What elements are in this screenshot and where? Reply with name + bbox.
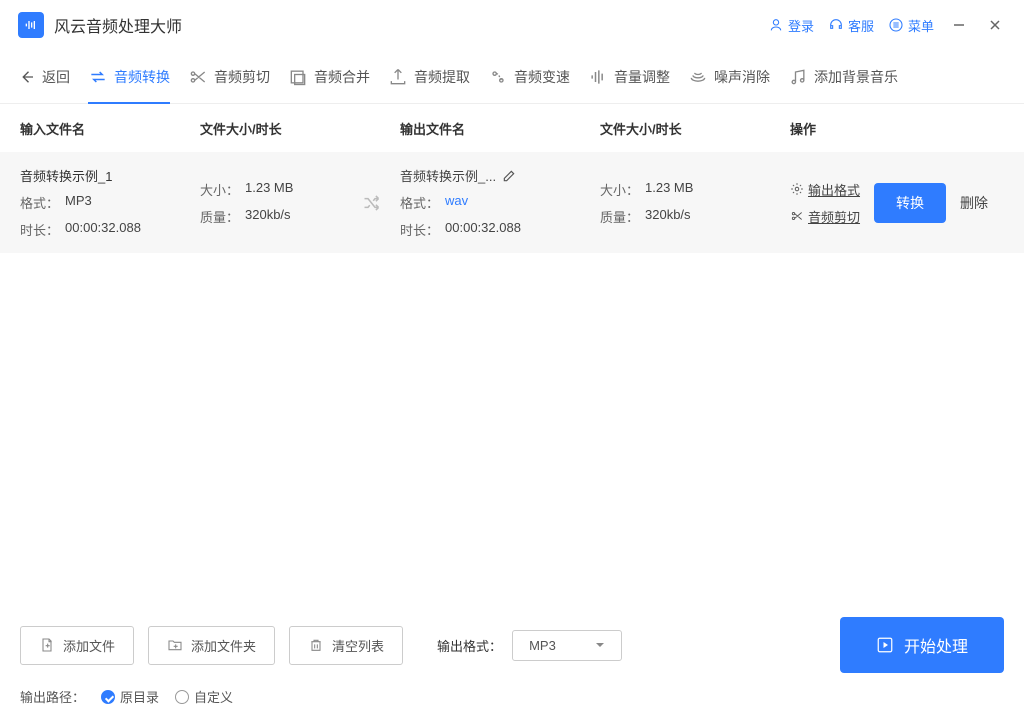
tab-cut[interactable]: 音频剪切: [188, 50, 270, 103]
shuffle-icon: [361, 192, 382, 214]
col-output-size: 文件大小/时长: [600, 119, 790, 138]
titlebar: 风云音频处理大师 登录 客服 菜单: [0, 0, 1024, 50]
input-quality: 320kb/s: [245, 207, 291, 226]
radio-original-dir[interactable]: 原目录: [101, 687, 159, 706]
close-button[interactable]: [984, 14, 1006, 36]
waveform-icon: [23, 17, 39, 33]
footer: 添加文件 添加文件夹 清空列表 输出格式： MP3 开始处理 输出路径： 原目录: [0, 601, 1024, 720]
clear-list-button[interactable]: 清空列表: [289, 626, 403, 665]
tab-volume[interactable]: 音量调整: [588, 50, 670, 103]
list-area: 音频转换示例_1 格式：MP3 时长：00:00:32.088 大小：1.23 …: [0, 152, 1024, 601]
radio-custom-dir[interactable]: 自定义: [175, 687, 233, 706]
extract-icon: [388, 67, 408, 87]
convert-icon: [88, 67, 108, 87]
speed-icon: [488, 67, 508, 87]
scissors-icon: [188, 67, 208, 87]
headset-icon: [828, 17, 844, 33]
toolbar: 返回 音频转换 音频剪切 音频合并 音频提取 音频变速 音量调整 噪声消除 添加…: [0, 50, 1024, 104]
app-title: 风云音频处理大师: [54, 13, 182, 37]
play-icon: [876, 636, 894, 654]
tab-convert[interactable]: 音频转换: [88, 50, 170, 103]
col-input-size: 文件大小/时长: [200, 119, 400, 138]
app-logo: [18, 12, 44, 38]
input-size: 1.23 MB: [245, 180, 293, 199]
file-add-icon: [39, 637, 55, 653]
menu-link[interactable]: 菜单: [888, 16, 934, 35]
tab-speed[interactable]: 音频变速: [488, 50, 570, 103]
arrow-left-icon: [18, 68, 36, 86]
merge-icon: [288, 67, 308, 87]
row-delete-button[interactable]: 删除: [960, 193, 988, 213]
output-path-label: 输出路径：: [20, 687, 85, 706]
col-input-name: 输入文件名: [20, 119, 200, 138]
output-size: 1.23 MB: [645, 180, 693, 199]
denoise-icon: [688, 67, 708, 87]
login-link[interactable]: 登录: [768, 16, 814, 35]
output-quality: 320kb/s: [645, 207, 691, 226]
output-duration: 00:00:32.088: [445, 220, 521, 239]
row-convert-button[interactable]: 转换: [874, 183, 946, 223]
output-format-link[interactable]: wav: [445, 193, 468, 212]
edit-icon[interactable]: [502, 169, 516, 183]
tab-merge[interactable]: 音频合并: [288, 50, 370, 103]
col-actions: 操作: [790, 119, 1004, 138]
add-folder-button[interactable]: 添加文件夹: [148, 626, 275, 665]
volume-icon: [588, 67, 608, 87]
input-filename: 音频转换示例_1: [20, 166, 200, 185]
row-cut-link[interactable]: 音频剪切: [790, 207, 860, 226]
radio-checked-icon: [101, 690, 115, 704]
col-output-name: 输出文件名: [400, 119, 600, 138]
minimize-button[interactable]: [948, 14, 970, 36]
add-file-button[interactable]: 添加文件: [20, 626, 134, 665]
input-duration: 00:00:32.088: [65, 220, 141, 239]
menu-icon: [888, 17, 904, 33]
output-filename: 音频转换示例_...: [400, 166, 496, 185]
music-icon: [788, 67, 808, 87]
scissors-small-icon: [790, 209, 804, 223]
tab-denoise[interactable]: 噪声消除: [688, 50, 770, 103]
tab-extract[interactable]: 音频提取: [388, 50, 470, 103]
input-format: MP3: [65, 193, 92, 212]
radio-unchecked-icon: [175, 690, 189, 704]
folder-add-icon: [167, 637, 183, 653]
gear-icon: [790, 182, 804, 196]
table-row: 音频转换示例_1 格式：MP3 时长：00:00:32.088 大小：1.23 …: [0, 152, 1024, 253]
table-header: 输入文件名 文件大小/时长 输出文件名 文件大小/时长 操作: [0, 104, 1024, 152]
chevron-down-icon: [595, 640, 605, 650]
trash-icon: [308, 637, 324, 653]
output-format-select[interactable]: MP3: [512, 630, 622, 661]
support-link[interactable]: 客服: [828, 16, 874, 35]
tab-bgm[interactable]: 添加背景音乐: [788, 50, 898, 103]
output-format-label: 输出格式：: [437, 636, 502, 655]
back-button[interactable]: 返回: [18, 50, 70, 103]
start-process-button[interactable]: 开始处理: [840, 617, 1004, 673]
user-icon: [768, 17, 784, 33]
row-output-format-link[interactable]: 输出格式: [790, 180, 860, 199]
